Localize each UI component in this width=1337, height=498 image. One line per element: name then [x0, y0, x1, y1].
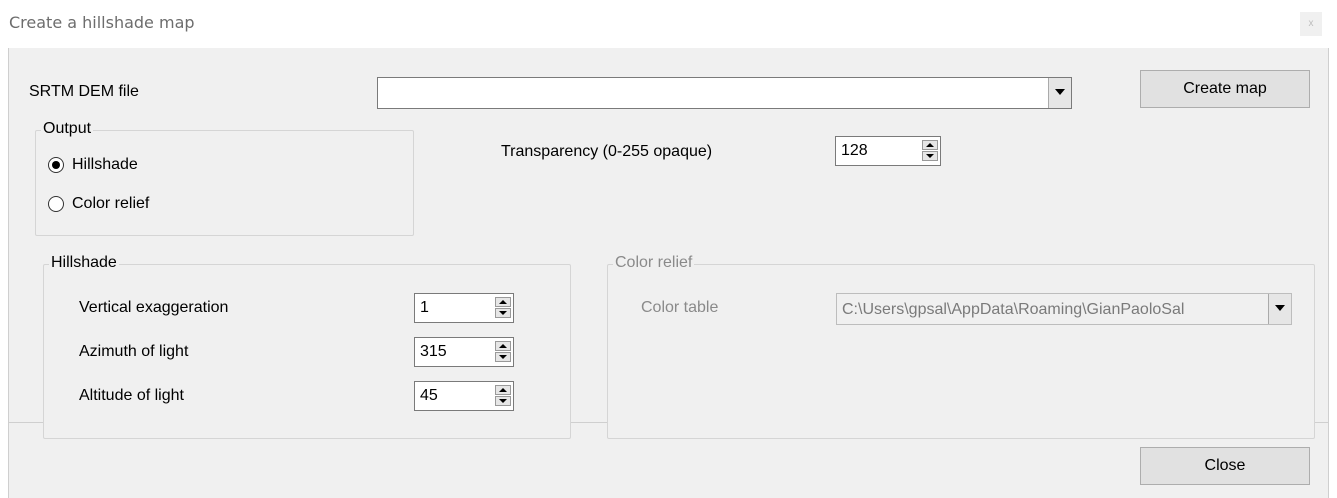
- spin-up-icon[interactable]: [495, 297, 511, 307]
- title-bar: Create a hillshade map x: [0, 0, 1337, 48]
- azimuth-stepper[interactable]: 315: [414, 337, 514, 367]
- spin-down-icon[interactable]: [922, 151, 938, 161]
- radio-hillshade[interactable]: [48, 157, 64, 173]
- radio-hillshade-label[interactable]: Hillshade: [72, 156, 138, 174]
- color-table-label: Color table: [641, 299, 719, 316]
- spin-up-icon[interactable]: [495, 385, 511, 395]
- transparency-stepper[interactable]: 128: [835, 136, 941, 166]
- dem-file-combobox[interactable]: [377, 77, 1072, 109]
- dialog-client-area: SRTM DEM file Create map Output Hillshad…: [8, 48, 1329, 498]
- dem-file-label: SRTM DEM file: [29, 83, 139, 100]
- hillshade-group: Hillshade Vertical exaggeration 1 Azimut…: [43, 254, 571, 439]
- transparency-label: Transparency (0-255 opaque): [501, 143, 713, 160]
- close-button[interactable]: Close: [1140, 447, 1310, 485]
- color-relief-group-title: Color relief: [613, 254, 695, 272]
- radio-color-relief[interactable]: [48, 196, 64, 212]
- spin-down-icon[interactable]: [495, 396, 511, 406]
- radio-color-relief-label[interactable]: Color relief: [72, 195, 149, 213]
- color-table-value: C:\Users\gpsal\AppData\Roaming\GianPaolo…: [842, 301, 1185, 318]
- altitude-label: Altitude of light: [79, 387, 184, 404]
- create-map-button[interactable]: Create map: [1140, 70, 1310, 108]
- color-relief-group: Color relief Color table C:\Users\gpsal\…: [607, 254, 1315, 439]
- hillshade-group-title: Hillshade: [49, 254, 119, 272]
- window-close-icon[interactable]: x: [1300, 12, 1322, 36]
- transparency-value[interactable]: 128: [841, 142, 868, 160]
- spin-up-icon[interactable]: [495, 341, 511, 351]
- window-title: Create a hillshade map: [9, 13, 195, 32]
- altitude-value[interactable]: 45: [420, 387, 438, 405]
- output-group: Output Hillshade Color relief: [35, 120, 414, 236]
- chevron-down-icon[interactable]: [1268, 294, 1291, 324]
- vertical-exaggeration-value[interactable]: 1: [420, 299, 429, 317]
- spin-down-icon[interactable]: [495, 352, 511, 362]
- spin-up-icon[interactable]: [922, 140, 938, 150]
- spin-arrows-icon[interactable]: [922, 140, 938, 162]
- spin-arrows-icon[interactable]: [495, 297, 511, 319]
- color-table-combobox[interactable]: C:\Users\gpsal\AppData\Roaming\GianPaolo…: [836, 293, 1292, 325]
- output-group-title: Output: [41, 120, 94, 138]
- spin-arrows-icon[interactable]: [495, 385, 511, 407]
- azimuth-value[interactable]: 315: [420, 343, 447, 361]
- chevron-down-icon[interactable]: [1048, 78, 1071, 108]
- vertical-exaggeration-label: Vertical exaggeration: [79, 299, 229, 316]
- spin-arrows-icon[interactable]: [495, 341, 511, 363]
- azimuth-label: Azimuth of light: [79, 343, 189, 360]
- vertical-exaggeration-stepper[interactable]: 1: [414, 293, 514, 323]
- spin-down-icon[interactable]: [495, 308, 511, 318]
- altitude-stepper[interactable]: 45: [414, 381, 514, 411]
